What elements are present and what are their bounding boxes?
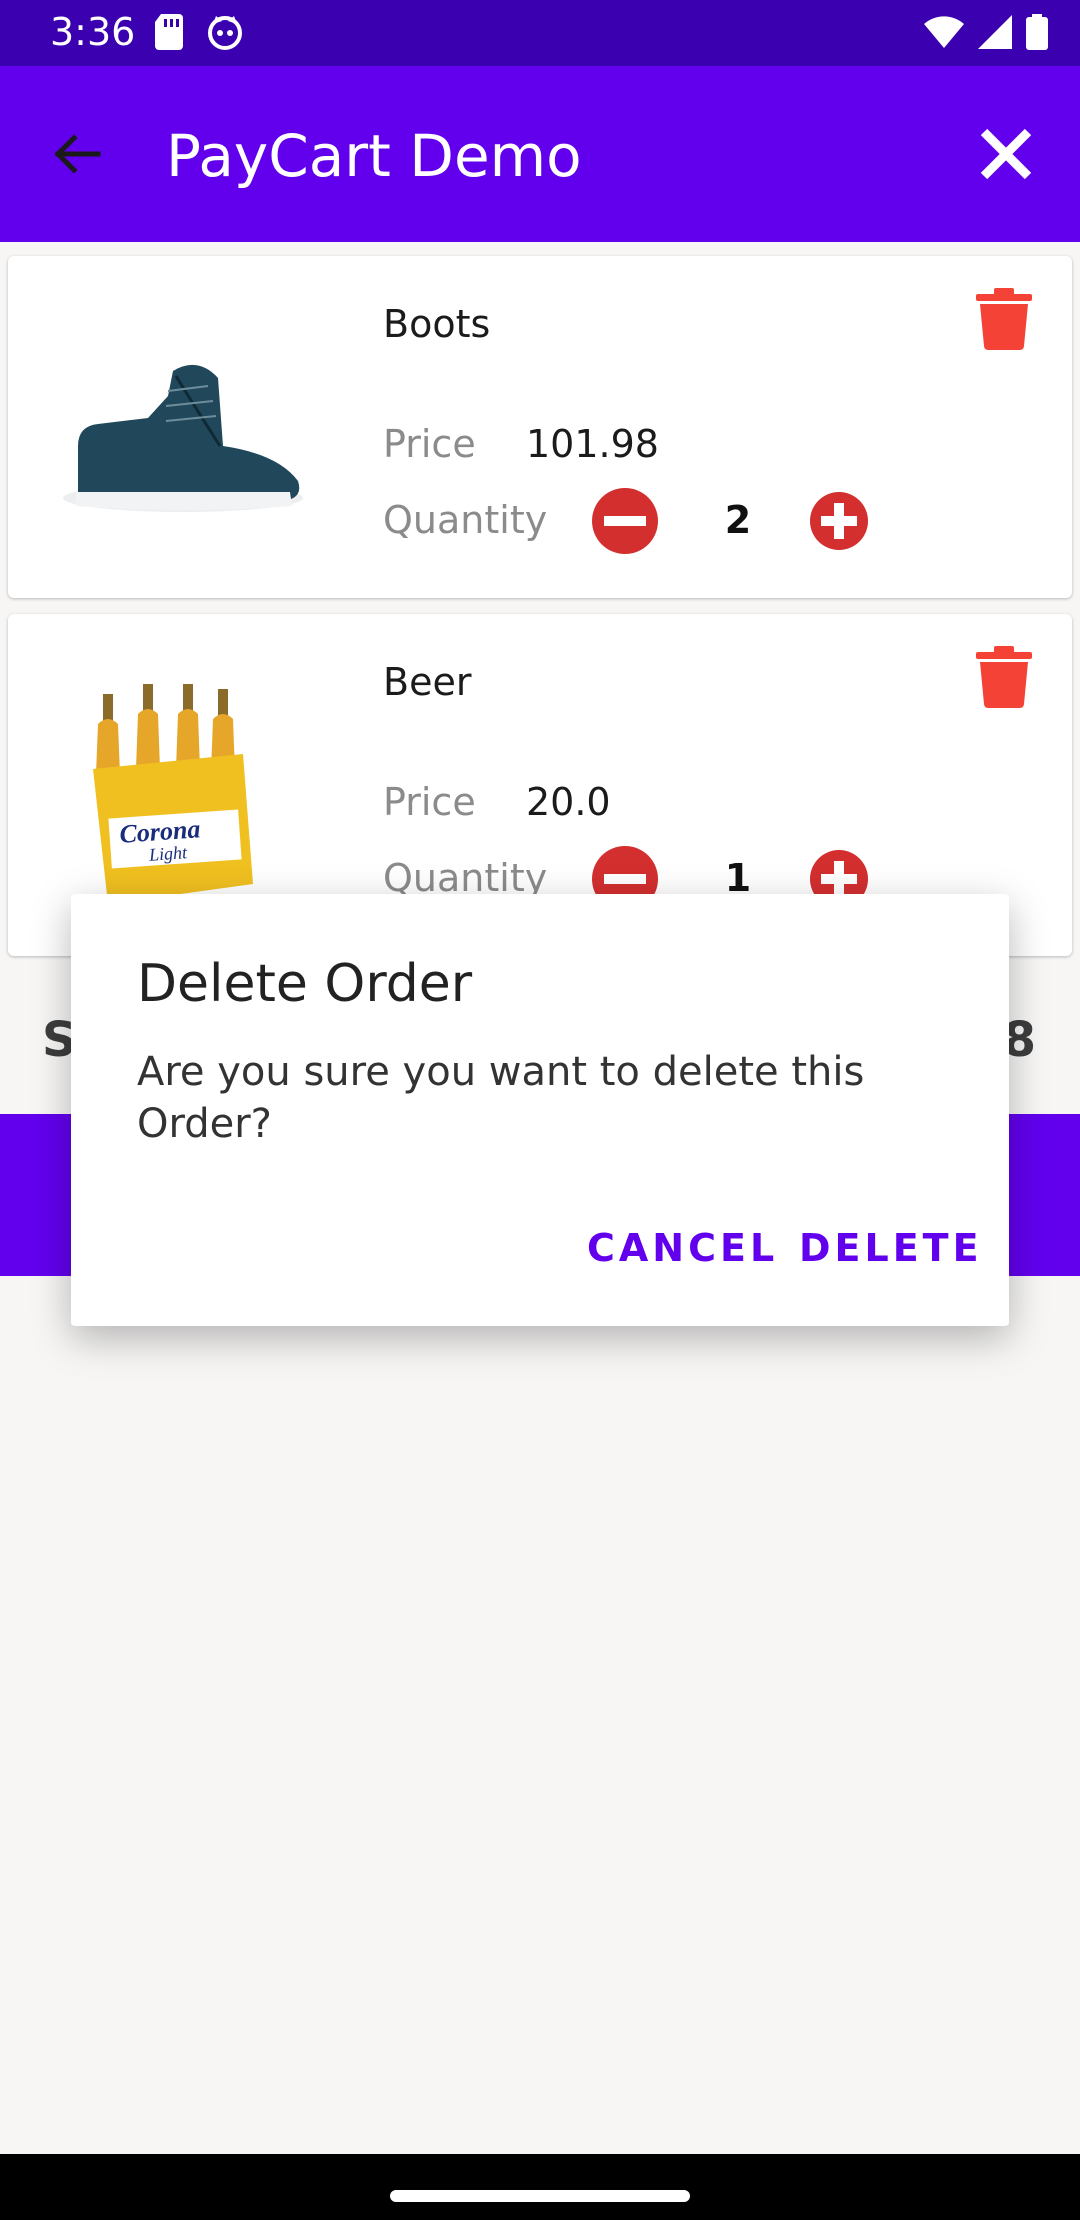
home-indicator[interactable]	[390, 2190, 690, 2202]
dialog-message: Are you sure you want to delete this Ord…	[137, 1049, 865, 1147]
cancel-button[interactable]: CANCEL	[587, 1226, 778, 1270]
delete-button[interactable]: DELETE	[799, 1226, 983, 1270]
delete-order-dialog: Delete Order Are you sure you want to de…	[71, 894, 1009, 1326]
navigation-bar	[0, 2154, 1080, 2220]
dialog-title: Delete Order	[137, 954, 473, 1014]
